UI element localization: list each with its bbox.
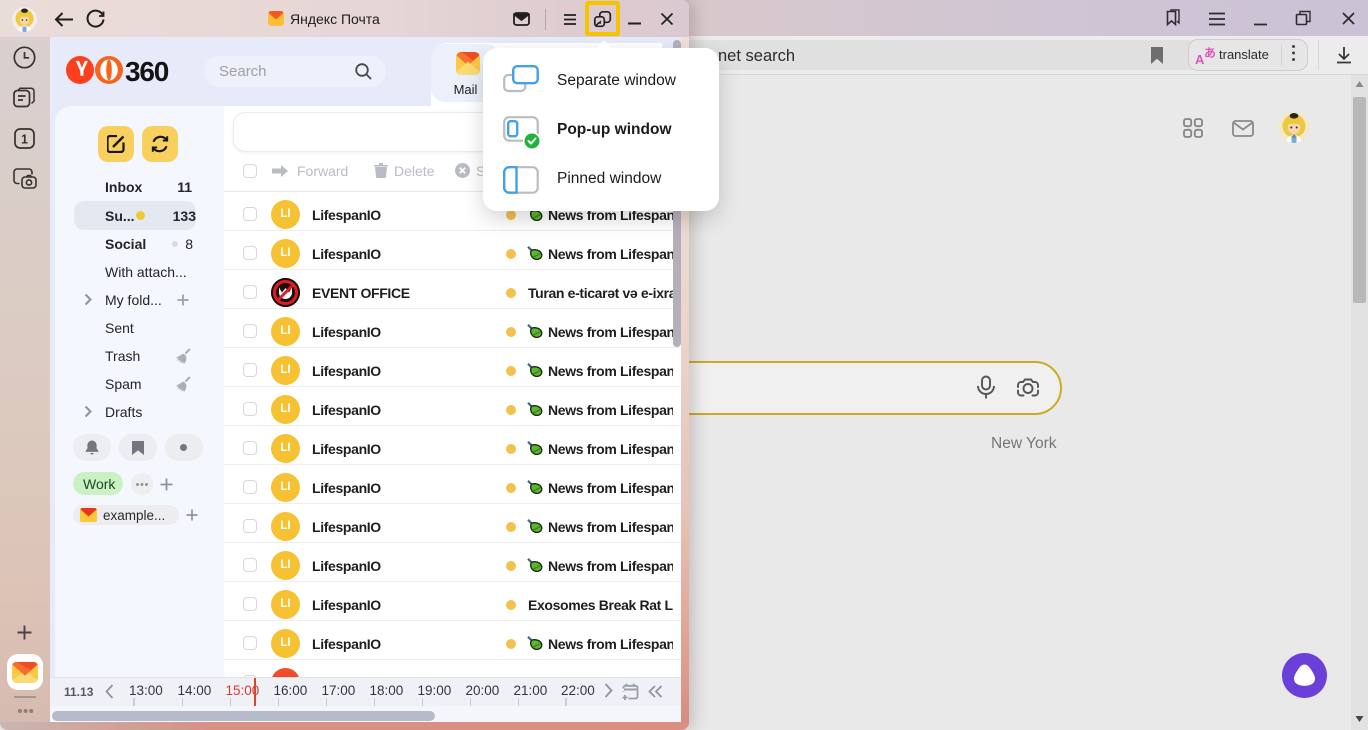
svg-text:あ: あ [1204, 46, 1216, 60]
svg-text:1: 1 [21, 133, 28, 147]
svg-text:360: 360 [125, 56, 169, 85]
